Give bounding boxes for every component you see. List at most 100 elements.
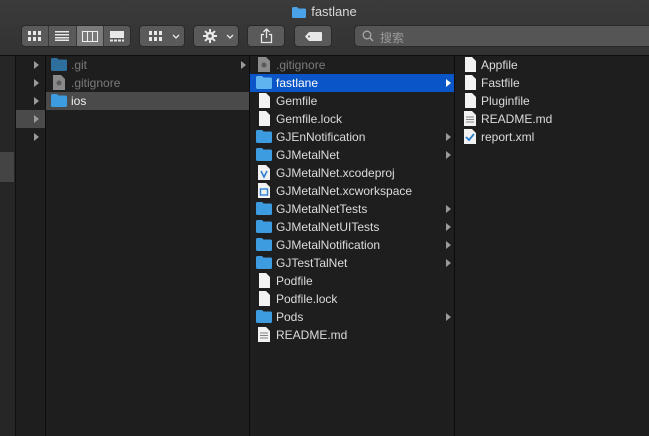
item-name: GJMetalNotification: [276, 238, 381, 252]
list-item[interactable]: .gitignore: [46, 74, 249, 92]
column-browser: .git .gitignore ios .gitignore fastlane …: [0, 56, 649, 436]
gallery-view-button[interactable]: [103, 26, 130, 46]
item-name: Appfile: [481, 58, 518, 72]
chevron-right-icon: [446, 223, 451, 231]
gear-icon: [203, 29, 217, 43]
browser-column-3[interactable]: Appfile Fastfile Pluginfile README.md re…: [455, 56, 649, 436]
list-item[interactable]: Fastfile: [455, 74, 649, 92]
share-button[interactable]: [247, 25, 285, 47]
list-item[interactable]: Podfile: [250, 272, 454, 290]
folder-icon: [51, 94, 67, 112]
list-item[interactable]: .git: [46, 56, 249, 74]
item-name: GJTestTalNet: [276, 256, 348, 270]
tag-icon: [305, 32, 322, 41]
chevron-right-icon: [241, 61, 246, 69]
list-item[interactable]: [16, 92, 45, 110]
item-name: GJMetalNet: [276, 148, 340, 162]
sidebar-scrollbar[interactable]: [0, 152, 14, 182]
item-name: Podfile: [276, 274, 313, 288]
list-item[interactable]: GJMetalNet.xcworkspace: [250, 182, 454, 200]
text-doc-icon: [258, 327, 270, 347]
sidebar-edge: [0, 56, 16, 436]
window-title-text: fastlane: [311, 4, 357, 19]
list-item[interactable]: Gemfile.lock: [250, 110, 454, 128]
chevron-right-icon: [34, 97, 39, 105]
grid-icon: [149, 31, 162, 41]
list-item[interactable]: report.xml: [455, 128, 649, 146]
list-item[interactable]: README.md: [250, 326, 454, 344]
item-name: GJEnNotification: [276, 130, 366, 144]
list-item[interactable]: fastlane: [250, 74, 454, 92]
item-name: ios: [71, 94, 87, 108]
chevron-right-icon: [446, 205, 451, 213]
list-item[interactable]: GJMetalNetTests: [250, 200, 454, 218]
action-menu-button[interactable]: [193, 25, 239, 47]
item-name: README.md: [276, 328, 348, 342]
grid-icon: [28, 31, 42, 41]
search-placeholder: 搜索: [380, 31, 405, 45]
item-name: GJMetalNetTests: [276, 202, 368, 216]
list-item[interactable]: GJMetalNotification: [250, 236, 454, 254]
browser-column-2[interactable]: .gitignore fastlane Gemfile Gemfile.lock…: [250, 56, 455, 436]
list-item[interactable]: README.md: [455, 110, 649, 128]
list-item[interactable]: Appfile: [455, 56, 649, 74]
item-name: Fastfile: [481, 76, 520, 90]
list-item[interactable]: GJTestTalNet: [250, 254, 454, 272]
chevron-right-icon: [446, 151, 451, 159]
list-item[interactable]: [16, 128, 45, 146]
item-name: Gemfile: [276, 94, 318, 108]
item-name: Gemfile.lock: [276, 112, 343, 126]
list-item[interactable]: [16, 74, 45, 92]
title-bar: fastlane 搜索: [0, 0, 649, 56]
chevron-right-icon: [446, 133, 451, 141]
edit-tags-button[interactable]: [294, 25, 332, 47]
view-mode-control[interactable]: [21, 25, 131, 47]
columns-icon: [81, 30, 98, 42]
item-name: report.xml: [481, 130, 535, 144]
list-item[interactable]: GJEnNotification: [250, 128, 454, 146]
item-name: GJMetalNet.xcodeproj: [276, 166, 395, 180]
chevron-down-icon: [172, 34, 180, 39]
chevron-right-icon: [446, 241, 451, 249]
search-field[interactable]: 搜索: [354, 25, 649, 47]
item-name: Pods: [276, 310, 304, 324]
list-item[interactable]: Gemfile: [250, 92, 454, 110]
icon-view-button[interactable]: [22, 26, 50, 46]
list-item[interactable]: [16, 110, 45, 128]
column-view-button[interactable]: [76, 26, 104, 46]
list-icon: [55, 31, 70, 41]
item-name: .gitignore: [276, 58, 326, 72]
list-item[interactable]: ios: [46, 92, 249, 110]
search-icon: [362, 30, 374, 42]
chevron-right-icon: [34, 133, 39, 141]
browser-column-0[interactable]: [0, 56, 46, 436]
browser-column-1[interactable]: .git .gitignore ios: [46, 56, 250, 436]
item-name: GJMetalNetUITests: [276, 220, 380, 234]
share-icon: [260, 28, 273, 44]
item-name: Pluginfile: [481, 94, 530, 108]
chevron-right-icon: [446, 313, 451, 321]
chevron-right-icon: [446, 79, 451, 87]
list-item[interactable]: GJMetalNet: [250, 146, 454, 164]
list-item[interactable]: [16, 56, 45, 74]
chevron-right-icon: [446, 259, 451, 267]
group-by-button[interactable]: [139, 25, 185, 47]
item-name: Podfile.lock: [276, 292, 338, 306]
chevron-right-icon: [34, 61, 39, 69]
list-item[interactable]: GJMetalNet.xcodeproj: [250, 164, 454, 182]
list-item[interactable]: Pods: [250, 308, 454, 326]
item-name: README.md: [481, 112, 553, 126]
folder-icon: [292, 6, 307, 21]
chevron-right-icon: [34, 115, 39, 123]
list-item[interactable]: Podfile.lock: [250, 290, 454, 308]
xml-icon: [464, 129, 476, 149]
gallery-icon: [109, 30, 124, 41]
item-name: GJMetalNet.xcworkspace: [276, 184, 413, 198]
list-item[interactable]: GJMetalNetUITests: [250, 218, 454, 236]
chevron-right-icon: [34, 79, 39, 87]
item-name: fastlane: [276, 76, 319, 90]
list-item[interactable]: .gitignore: [250, 56, 454, 74]
item-name: .git: [71, 58, 88, 72]
list-view-button[interactable]: [49, 26, 77, 46]
list-item[interactable]: Pluginfile: [455, 92, 649, 110]
